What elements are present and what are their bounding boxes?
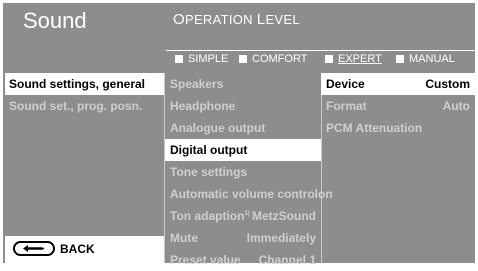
operation-level-rest-2: EVEL (265, 12, 300, 27)
page-title: Sound (23, 8, 87, 33)
submenu-item-value: MetzSound (252, 209, 316, 223)
level-indicator-icon (325, 55, 333, 63)
menu-item-sound-settings-general[interactable]: Sound settings, general (5, 73, 164, 95)
submenu-item-label-wrap: Ton adaption1) (170, 205, 250, 227)
submenu-item-digital-output[interactable]: Digital output (165, 139, 321, 161)
submenu-item-ton-adaption[interactable]: Ton adaption1) MetzSound (165, 205, 321, 227)
submenu-item-mute[interactable]: Mute Immediately (165, 227, 321, 249)
option-item-format[interactable]: Format Auto (321, 95, 475, 117)
submenu-item-label: Preset value (170, 253, 241, 267)
options-panel: Device Custom Format Auto PCM Attenuatio… (321, 73, 475, 263)
back-label: BACK (60, 241, 95, 256)
level-label: MANUAL (409, 53, 455, 65)
submenu-item-label: Automatic volume control (170, 187, 319, 201)
submenu-item-headphone[interactable]: Headphone (165, 95, 321, 117)
main-menu: Sound settings, general Sound set., prog… (5, 73, 164, 263)
option-item-device[interactable]: Device Custom (321, 73, 475, 95)
level-label: COMFORT (252, 53, 308, 65)
menu-item-label: Sound set., prog. posn. (9, 99, 143, 113)
level-label: SIMPLE (188, 53, 229, 65)
menu-item-label: Sound settings, general (9, 77, 146, 91)
submenu-item-label: Tone settings (170, 165, 248, 179)
submenu: Speakers Headphone Analogue output Digit… (164, 73, 333, 267)
operation-level-cap-o: O (173, 11, 185, 28)
submenu-item-tone-settings[interactable]: Tone settings (165, 161, 321, 183)
option-item-label: PCM Attenuation (326, 121, 423, 135)
option-item-label: Device (326, 77, 365, 91)
tv-menu-screen: Sound OPERATION LEVEL SIMPLE COMFORT EXP… (0, 0, 478, 267)
level-indicator-icon (239, 55, 247, 63)
return-arrow-svg (23, 245, 44, 252)
submenu-item-label: Headphone (170, 99, 236, 113)
option-item-value: Auto (442, 99, 470, 113)
submenu-item-automatic-volume-control[interactable]: Automatic volume control on (165, 183, 333, 205)
option-item-label: Format (326, 99, 367, 113)
back-button[interactable]: BACK (13, 241, 95, 256)
submenu-item-value: Channel 1 (258, 253, 316, 267)
submenu-item-label: Analogue output (170, 121, 266, 135)
level-label: EXPERT (338, 53, 382, 65)
return-arrow-icon (13, 241, 55, 256)
option-item-value: Custom (425, 77, 470, 91)
submenu-item-preset-value[interactable]: Preset value Channel 1 (165, 249, 321, 271)
submenu-item-analogue-output[interactable]: Analogue output (165, 117, 321, 139)
operation-level-title: OPERATION LEVEL (173, 11, 300, 28)
submenu-item-speakers[interactable]: Speakers (165, 73, 321, 95)
menu-item-sound-set-prog-posn[interactable]: Sound set., prog. posn. (5, 95, 164, 117)
submenu-item-label: Speakers (170, 77, 224, 91)
submenu-item-label: Mute (170, 231, 198, 245)
footnote-marker: 1) (244, 211, 250, 217)
operation-level-rest-1: PERATION (184, 12, 257, 27)
submenu-item-label: Digital output (170, 143, 248, 157)
level-simple[interactable]: SIMPLE (175, 53, 228, 65)
level-manual[interactable]: MANUAL (396, 53, 455, 65)
operation-level-divider (166, 50, 475, 51)
level-indicator-icon (396, 55, 404, 63)
option-item-pcm-attenuation[interactable]: PCM Attenuation (321, 117, 475, 139)
level-expert[interactable]: EXPERT (325, 53, 382, 65)
submenu-item-value: Immediately (246, 231, 316, 245)
level-indicator-icon (175, 55, 183, 63)
submenu-item-label: Ton adaption (170, 209, 245, 223)
level-comfort[interactable]: COMFORT (239, 53, 307, 65)
